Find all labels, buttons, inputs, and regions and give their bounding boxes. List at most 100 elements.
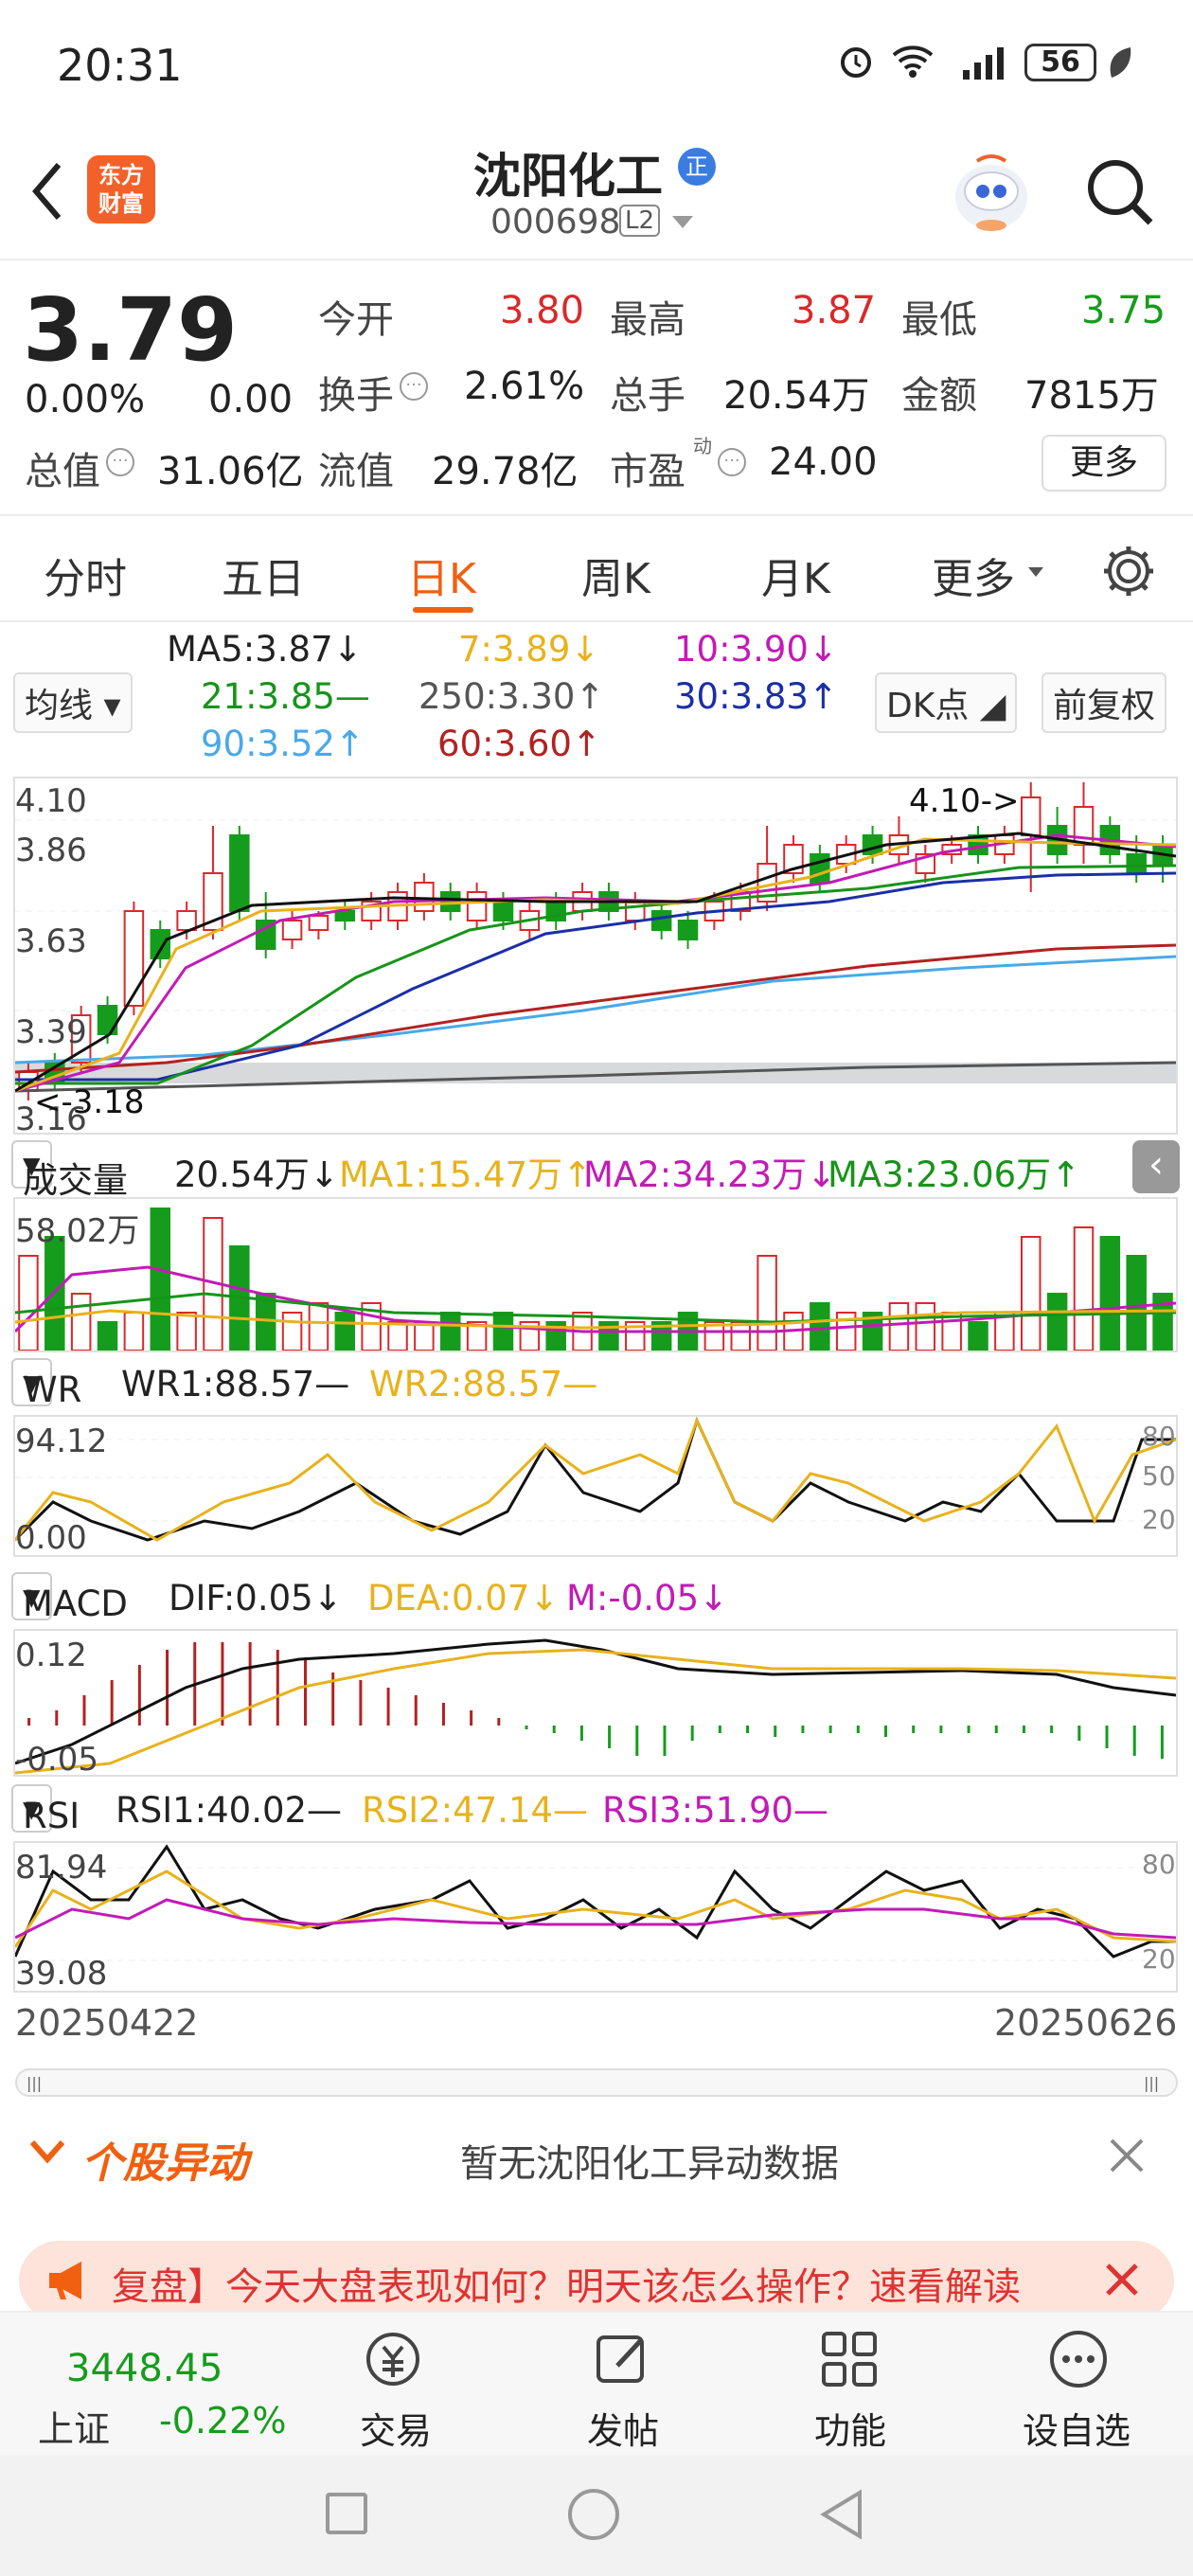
info-icon[interactable]: ··· (718, 448, 746, 476)
more-button[interactable]: 更多 (1042, 435, 1166, 492)
tab-monthly-k[interactable]: 月K (761, 545, 830, 605)
post-icon[interactable] (589, 2326, 655, 2392)
ma30-line (15, 871, 1177, 1082)
status-time: 20:31 (57, 40, 183, 91)
volume-value: 20.54万↓ (174, 1154, 339, 1195)
ma250-label: 250:3.30↑ (418, 676, 605, 717)
trade-label[interactable]: 交易 (360, 2402, 432, 2454)
rsi-ref-20: 20 (1142, 1943, 1176, 1975)
macd-select[interactable]: MACD ▾ (11, 1572, 128, 1624)
low-value: 3.75 (1081, 289, 1166, 332)
search-icon[interactable] (1081, 153, 1157, 229)
info-icon[interactable]: ··· (400, 372, 428, 401)
close-icon[interactable] (1106, 2135, 1148, 2176)
settings-icon[interactable] (1100, 543, 1157, 599)
app-logo[interactable]: 东方 财富 (87, 155, 155, 224)
index-change[interactable]: -0.22% (159, 2400, 286, 2442)
news-banner[interactable]: 复盘】今天大盘表现如何？明天该怎么操作？速看解读 (19, 2241, 1174, 2320)
func-label[interactable]: 功能 (814, 2402, 886, 2454)
wr-ref-80: 80 (1142, 1421, 1176, 1452)
post-label[interactable]: 发帖 (587, 2402, 659, 2454)
rsi-top-label: 81.94 (15, 1849, 108, 1887)
max-marker: 4.10-> (909, 782, 1020, 820)
volume-bar (70, 1293, 92, 1351)
banner-close-icon[interactable] (1098, 2256, 1146, 2303)
last-price: 3.79 (23, 279, 238, 381)
recents-icon[interactable] (326, 2493, 367, 2534)
scroll-handle-right[interactable]: ||| (1144, 2074, 1159, 2092)
volume-bar (1073, 1226, 1095, 1351)
tab-intraday[interactable]: 分时 (44, 545, 127, 605)
chevron-down-icon[interactable] (28, 2133, 66, 2171)
back-nav-icon[interactable] (818, 2489, 865, 2540)
volume-bar (414, 1321, 435, 1351)
wr1-label: WR1:88.57— (121, 1364, 350, 1404)
volume-select[interactable]: 成交量 ▾ (11, 1140, 128, 1201)
trade-icon[interactable] (360, 2326, 426, 2392)
level-badge[interactable]: L2 (619, 205, 661, 237)
signal-icon (961, 44, 1010, 81)
tab-daily-k[interactable]: 日K (407, 545, 476, 605)
volume-bar (97, 1321, 118, 1351)
more-dots-icon[interactable] (1045, 2326, 1112, 2392)
rsi3-line (14, 1898, 1177, 1940)
volume-bar (1046, 1293, 1068, 1351)
dif-line (14, 1638, 1177, 1765)
tab-five-day[interactable]: 五日 (222, 545, 305, 605)
candle-body (229, 834, 250, 912)
index-name[interactable]: 上证 (38, 2400, 110, 2452)
ma90-label: 90:3.52↑ (201, 724, 365, 764)
high-label: 最高 (610, 298, 686, 342)
collapse-panel-icon[interactable]: ‹ (1132, 1140, 1180, 1193)
amount-label: 金额 (901, 374, 977, 418)
watch-label[interactable]: 设自选 (1023, 2402, 1131, 2454)
volume-label: 总手 (610, 374, 686, 418)
ma7-label: 7:3.89↓ (458, 629, 600, 670)
kline-chart[interactable]: 4.10 3.86 3.63 3.39 3.16 4.10-> <-3.18 (13, 777, 1178, 1138)
quote-panel: 3.79 0.00% 0.00 今开 3.80 最高 3.87 最低 3.75 … (0, 262, 1193, 516)
vol-ma1: MA1:15.47万↑ (339, 1154, 593, 1195)
volume-bar (387, 1321, 408, 1351)
volume-legend: 成交量 ▾ 20.54万↓ MA1:15.47万↑ MA2:34.23万↓ MA… (0, 1136, 1193, 1201)
rsi-legend: RSI ▾ RSI1:40.02— RSI2:47.14— RSI3:51.90… (0, 1780, 1193, 1839)
range-scrollbar[interactable]: ||| ||| (15, 2068, 1178, 2097)
candle-body (1126, 853, 1147, 874)
volume-svg (13, 1208, 1177, 1351)
volume-select-label: 成交量 (23, 1160, 128, 1201)
code-dropdown-icon[interactable] (672, 216, 693, 228)
wr-select-label: WR (23, 1369, 82, 1410)
adjust-select[interactable]: 前复权 (1042, 672, 1167, 733)
macd-legend: MACD ▾ DIF:0.05↓ DEA:0.07↓ M:-0.05↓ (0, 1568, 1193, 1627)
wr-chart: 94.12 0.00 80 50 20 (13, 1415, 1178, 1557)
pe-dynamic-mark: 动 (693, 435, 712, 457)
apps-icon[interactable] (816, 2326, 882, 2392)
home-icon[interactable] (568, 2489, 619, 2540)
pe-value: 24.00 (769, 440, 878, 484)
system-nav (0, 2455, 1193, 2576)
m-label: M:-0.05↓ (566, 1578, 729, 1619)
volume-bar (810, 1302, 830, 1351)
more-dropdown-icon[interactable] (1028, 567, 1043, 577)
ma5-line (14, 832, 1177, 1093)
candle-body (176, 910, 197, 931)
ma-select[interactable]: 均线 ▾ (13, 672, 133, 733)
wr-top-label: 94.12 (15, 1422, 108, 1460)
dk-point-button[interactable]: DK点 ◢ (875, 672, 1018, 733)
tab-weekly-k[interactable]: 周K (581, 545, 650, 605)
wr-select[interactable]: WR ▾ (11, 1358, 81, 1410)
leaf-icon (1106, 45, 1134, 80)
tab-more[interactable]: 更多 (932, 545, 1015, 605)
vol-ma3: MA3:23.06万↑ (828, 1154, 1081, 1195)
macd-bottom-label: -0.05 (15, 1741, 98, 1779)
rsi-select[interactable]: RSI ▾ (11, 1784, 80, 1836)
candle-body (466, 891, 488, 921)
candle-body (281, 920, 303, 940)
scroll-handle-left[interactable]: ||| (27, 2074, 42, 2092)
index-value[interactable]: 3448.45 (66, 2347, 223, 2390)
volume-bar (1020, 1236, 1042, 1351)
info-icon[interactable]: ··· (106, 448, 134, 476)
back-icon[interactable] (19, 153, 76, 229)
robot-assistant-icon[interactable] (949, 152, 1034, 237)
candle-body (677, 920, 699, 940)
wr-legend: WR ▾ WR1:88.57— WR2:88.57— (0, 1354, 1193, 1413)
